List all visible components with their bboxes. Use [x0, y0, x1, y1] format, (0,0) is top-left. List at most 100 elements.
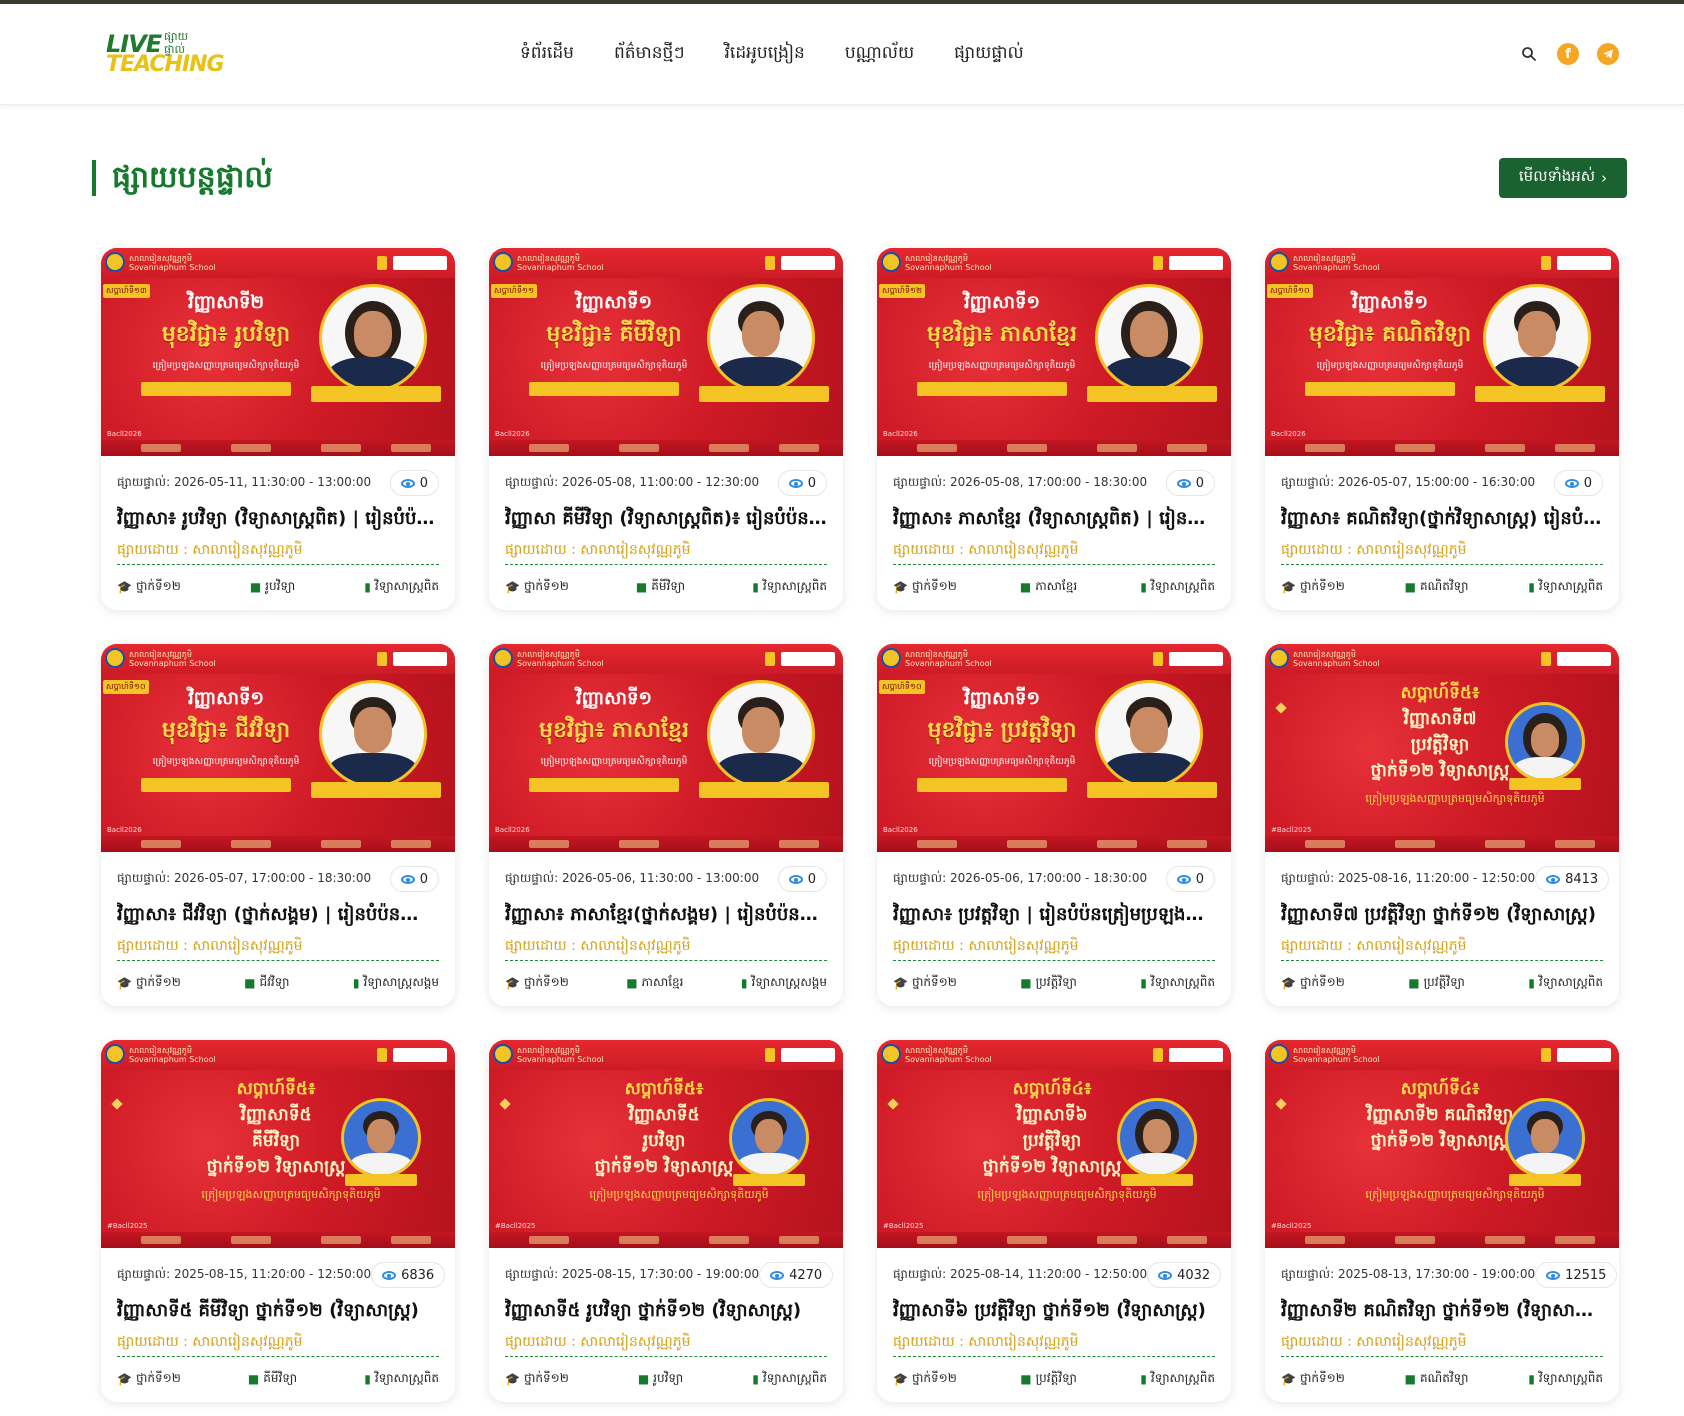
grade-tag[interactable]: 🎓 ថ្នាក់ទី១២ — [505, 974, 569, 992]
site-header: LIVE TEACHING ផ្សាយផ្ទាល់ ទំព័រដើម ព័ត៌ម… — [0, 4, 1684, 105]
stream-tag[interactable]: ▮ វិទ្យាសាស្ត្រពិត — [1140, 578, 1215, 596]
subject-tag[interactable]: ■ គណិតវិទ្យា — [1405, 578, 1469, 596]
school-seal-icon — [493, 648, 513, 668]
graduation-cap-icon: 🎓 — [505, 1372, 520, 1386]
stream-tag[interactable]: ▮ វិទ្យាសាស្ត្រពិត — [1528, 578, 1603, 596]
grade-tag[interactable]: 🎓 ថ្នាក់ទី១២ — [505, 578, 569, 596]
card-thumbnail[interactable]: សាលារៀនសុវណ្ណភូមិ Sovannaphum School សប្តា… — [877, 1040, 1231, 1248]
card-author: ផ្សាយដោយ : សាលារៀនសុវណ្ណភូមិ — [893, 936, 1079, 957]
card-thumbnail[interactable]: សាលារៀនសុវណ្ណភូមិ Sovannaphum School សប្តា… — [489, 1040, 843, 1248]
card-thumbnail[interactable]: សាលារៀនសុវណ្ណភូមិ Sovannaphum School សប្តា… — [1265, 248, 1619, 456]
subject-tag[interactable]: ■ ភាសាខ្មែរ — [1020, 578, 1077, 596]
card-thumbnail[interactable]: សាលារៀនសុវណ្ណភូមិ Sovannaphum School សប្តា… — [101, 248, 455, 456]
footer-logo — [619, 444, 659, 452]
card-title[interactable]: វិញ្ញាសាទី៦ ប្រវត្តិវិទ្យា ថ្នាក់ទី១២ (វ… — [893, 1298, 1215, 1325]
card-title[interactable]: វិញ្ញាសាទី៥ គីមីវិទ្យា ថ្នាក់ទី១២ (វិទ្យ… — [117, 1298, 439, 1325]
subject-tag[interactable]: ■ គណិតវិទ្យា — [1405, 1370, 1469, 1388]
site-logo[interactable]: LIVE TEACHING ផ្សាយផ្ទាល់ — [106, 30, 225, 78]
view-all-button[interactable]: មើលទាំងអស់ › — [1499, 158, 1627, 198]
card-thumbnail[interactable]: សាលារៀនសុវណ្ណភូមិ Sovannaphum School សប្តា… — [1265, 1040, 1619, 1248]
card-thumbnail[interactable]: សាលារៀនសុវណ្ណភូមិ Sovannaphum School សប្តា… — [489, 248, 843, 456]
telegram-icon[interactable] — [1597, 43, 1619, 65]
subject-tag[interactable]: ■ គីមីវិទ្យា — [636, 578, 685, 596]
stream-tag[interactable]: ▮ វិទ្យាសាស្ត្រពិត — [364, 1370, 439, 1388]
stream-tag[interactable]: ▮ វិទ្យាសាស្ត្រពិត — [752, 578, 827, 596]
stream-tag[interactable]: ▮ វិទ្យាសាស្ត្រពិត — [364, 578, 439, 596]
card-thumbnail[interactable]: សាលារៀនសុវណ្ណភូមិ Sovannaphum School សប្តា… — [101, 1040, 455, 1248]
subject-tag[interactable]: ■ រូបវិទ្យា — [250, 578, 295, 596]
stream-tag[interactable]: ▮ វិទ្យាសាស្ត្រសង្គម — [353, 974, 439, 992]
stream-tag-label: វិទ្យាសាស្ត្រសង្គម — [751, 975, 827, 989]
live-card[interactable]: សាលារៀនសុវណ្ណភូមិ Sovannaphum School សប្តា… — [877, 644, 1231, 1006]
thumb-footer-band — [877, 836, 1231, 852]
card-title[interactable]: វិញ្ញាសា៖ ភាសាខ្មែរ(ថ្នាក់សង្គម) | រៀនបំ… — [505, 902, 827, 929]
grade-tag[interactable]: 🎓 ថ្នាក់ទី១២ — [1281, 578, 1345, 596]
footer-logo — [619, 840, 659, 848]
card-title[interactable]: វិញ្ញាសា៖ ប្រវត្តវិទ្យា | រៀនបំប៉នត្រៀមប… — [893, 902, 1215, 929]
live-datetime: ផ្សាយផ្ទាល់: 2026-05-08, 17:00:00 - 18:3… — [893, 474, 1147, 492]
subject-tag[interactable]: ■ ប្រវត្តិវិទ្យា — [1408, 974, 1465, 992]
stream-tag[interactable]: ▮ វិទ្យាសាស្ត្រសង្គម — [741, 974, 827, 992]
grade-tag[interactable]: 🎓 ថ្នាក់ទី១២ — [1281, 974, 1345, 992]
nav-news[interactable]: ព័ត៌មានថ្មីៗ — [614, 42, 685, 67]
card-title[interactable]: វិញ្ញាសា៖ រូបវិទ្យា (វិទ្យាសាស្ត្រពិត) |… — [117, 506, 439, 533]
footer-logo — [391, 840, 431, 848]
eye-icon — [1176, 478, 1191, 488]
card-title[interactable]: វិញ្ញាសា៖ ភាសាខ្មែរ (វិទ្យាសាស្ត្រពិត) |… — [893, 506, 1215, 533]
card-thumbnail[interactable]: សាលារៀនសុវណ្ណភូមិ Sovannaphum School សប្តា… — [101, 644, 455, 852]
live-card[interactable]: សាលារៀនសុវណ្ណភូមិ Sovannaphum School សប្តា… — [101, 248, 455, 610]
card-thumbnail[interactable]: សាលារៀនសុវណ្ណភូមិ Sovannaphum School សប្តា… — [1265, 644, 1619, 852]
nav-home[interactable]: ទំព័រដើម — [520, 42, 574, 67]
stream-tag[interactable]: ▮ វិទ្យាសាស្ត្រពិត — [1528, 1370, 1603, 1388]
grade-tag[interactable]: 🎓 ថ្នាក់ទី១២ — [117, 974, 181, 992]
card-title[interactable]: វិញ្ញាសាទី៧ ប្រវត្តិវិទ្យា ថ្នាក់ទី១២ (វ… — [1281, 902, 1603, 929]
card-title[interactable]: វិញ្ញាសាទី៥ រូបវិទ្យា ថ្នាក់ទី១២ (វិទ្យា… — [505, 1298, 827, 1325]
live-card[interactable]: សាលារៀនសុវណ្ណភូមិ Sovannaphum School សប្តា… — [877, 1040, 1231, 1402]
card-thumbnail[interactable]: សាលារៀនសុវណ្ណភូមិ Sovannaphum School សប្តា… — [877, 644, 1231, 852]
grade-tag[interactable]: 🎓 ថ្នាក់ទី១២ — [893, 1370, 957, 1388]
stream-tag[interactable]: ▮ វិទ្យាសាស្ត្រពិត — [1140, 974, 1215, 992]
live-card[interactable]: សាលារៀនសុវណ្ណភូមិ Sovannaphum School សប្តា… — [1265, 248, 1619, 610]
subject-tag[interactable]: ■ រូបវិទ្យា — [638, 1370, 683, 1388]
live-card[interactable]: សាលារៀនសុវណ្ណភូមិ Sovannaphum School សប្តា… — [101, 644, 455, 1006]
thumb-hashtag: #Bacll2025 — [495, 1222, 536, 1230]
grade-tag-label: ថ្នាក់ទី១២ — [135, 579, 181, 593]
live-card[interactable]: សាលារៀនសុវណ្ណភូមិ Sovannaphum School សប្តា… — [1265, 644, 1619, 1006]
card-title[interactable]: វិញ្ញាសាទី២ គណិតវិទ្យា ថ្នាក់ទី១២ (វិទ្យ… — [1281, 1298, 1603, 1325]
card-thumbnail[interactable]: សាលារៀនសុវណ្ណភូមិ Sovannaphum School សប្តា… — [877, 248, 1231, 456]
grade-tag[interactable]: 🎓 ថ្នាក់ទី១២ — [1281, 1370, 1345, 1388]
live-card[interactable]: សាលារៀនសុវណ្ណភូមិ Sovannaphum School សប្តា… — [489, 248, 843, 610]
grade-tag[interactable]: 🎓 ថ្នាក់ទី១២ — [893, 578, 957, 596]
stream-tag[interactable]: ▮ វិទ្យាសាស្ត្រពិត — [1140, 1370, 1215, 1388]
live-card[interactable]: សាលារៀនសុវណ្ណភូមិ Sovannaphum School សប្តា… — [877, 248, 1231, 610]
stream-tag[interactable]: ▮ វិទ្យាសាស្ត្រពិត — [752, 1370, 827, 1388]
subject-tag[interactable]: ■ គីមីវិទ្យា — [248, 1370, 297, 1388]
live-card[interactable]: សាលារៀនសុវណ្ណភូមិ Sovannaphum School សប្តា… — [489, 1040, 843, 1402]
grade-tag[interactable]: 🎓 ថ្នាក់ទី១២ — [893, 974, 957, 992]
nav-library[interactable]: បណ្ណាល័យ — [845, 42, 914, 67]
subject-tag[interactable]: ■ ជីវវិទ្យា — [244, 974, 289, 992]
live-card[interactable]: សាលារៀនសុវណ្ណភូមិ Sovannaphum School សប្តា… — [1265, 1040, 1619, 1402]
live-card[interactable]: សាលារៀនសុវណ្ណភូមិ Sovannaphum School សប្តា… — [101, 1040, 455, 1402]
author-name: សាលារៀនសុវណ្ណភូមិ — [192, 542, 303, 558]
subject-tag[interactable]: ■ ប្រវត្តិវិទ្យា — [1020, 1370, 1077, 1388]
card-thumbnail[interactable]: សាលារៀនសុវណ្ណភូមិ Sovannaphum School វិញ្ញ… — [489, 644, 843, 852]
subject-tag[interactable]: ■ ប្រវត្តិវិទ្យា — [1020, 974, 1077, 992]
card-divider — [505, 960, 827, 961]
live-card[interactable]: សាលារៀនសុវណ្ណភូមិ Sovannaphum School វិញ្ញ… — [489, 644, 843, 1006]
subject-tag[interactable]: ■ ភាសាខ្មែរ — [626, 974, 683, 992]
card-title[interactable]: វិញ្ញាសា៖ គណិតវិទ្យា(ថ្នាក់វិទ្យាសាស្ត្រ… — [1281, 506, 1603, 533]
footer-logo — [779, 1236, 819, 1244]
grade-tag[interactable]: 🎓 ថ្នាក់ទី១២ — [117, 578, 181, 596]
facebook-icon[interactable]: f — [1557, 43, 1579, 65]
grade-tag[interactable]: 🎓 ថ្នាក់ទី១២ — [117, 1370, 181, 1388]
search-icon[interactable] — [1518, 43, 1540, 65]
grade-tag[interactable]: 🎓 ថ្នាក់ទី១២ — [505, 1370, 569, 1388]
card-title[interactable]: វិញ្ញាសា៖ ជីវវិទ្យា (ថ្នាក់សង្គម) | រៀនប… — [117, 902, 439, 929]
nav-videos[interactable]: វិដេអូបង្រៀន — [725, 42, 805, 67]
card-title[interactable]: វិញ្ញាសា គីមីវិទ្យា (វិទ្យាសាស្ត្រពិត)៖ … — [505, 506, 827, 533]
stream-tag[interactable]: ▮ វិទ្យាសាស្ត្រពិត — [1528, 974, 1603, 992]
teacher-face — [1130, 311, 1168, 357]
nav-live[interactable]: ផ្សាយផ្ទាល់ — [954, 42, 1024, 67]
author-name: សាលារៀនសុវណ្ណភូមិ — [968, 1334, 1079, 1350]
